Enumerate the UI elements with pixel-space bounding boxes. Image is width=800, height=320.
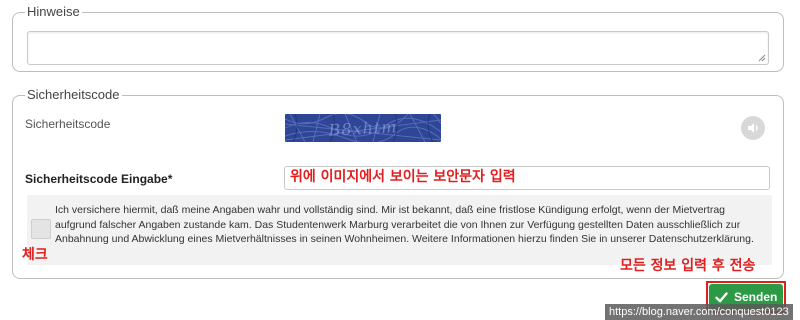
annotation-input-note: 위에 이미지에서 보이는 보안문자 입력 (290, 169, 516, 185)
watermark: https://blog.naver.com/conquest0123 (605, 304, 793, 320)
speaker-icon (748, 123, 758, 133)
captcha-text: B8xhtm (327, 117, 398, 140)
captcha-noise-graphic: B8xhtm (285, 114, 441, 142)
captcha-image-label: Sicherheitscode (25, 117, 111, 131)
hinweise-fieldset: Hinweise (12, 4, 784, 72)
hinweise-textarea[interactable] (27, 31, 769, 65)
send-button-label: Senden (734, 290, 778, 304)
check-icon (715, 291, 728, 302)
captcha-input-label: Sicherheitscode Eingabe* (25, 172, 173, 186)
annotation-check-note: 체크 (22, 247, 48, 263)
audio-captcha-button[interactable] (741, 116, 765, 140)
hinweise-legend: Hinweise (25, 4, 82, 20)
consent-text: Ich versichere hiermit, daß meine Angabe… (55, 204, 754, 245)
consent-checkbox[interactable] (31, 219, 51, 239)
resize-grip-icon[interactable] (758, 54, 766, 62)
annotation-send-note: 모든 정보 입력 후 전송 (620, 258, 756, 274)
captcha-image: B8xhtm (285, 114, 441, 142)
sicherheitscode-legend: Sicherheitscode (25, 87, 122, 103)
